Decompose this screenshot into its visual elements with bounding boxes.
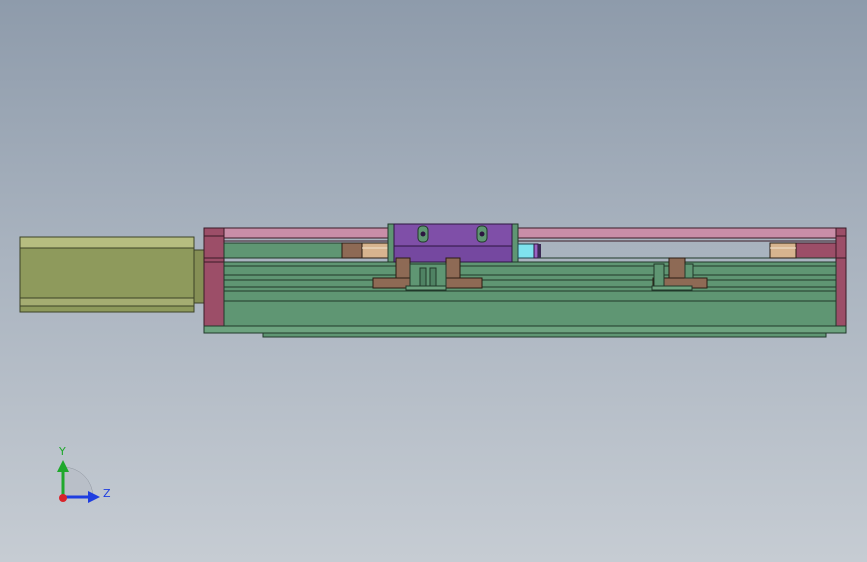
carriage-bolt-left: [417, 225, 429, 243]
linear-body[interactable]: [203, 261, 847, 338]
top-guide-rail[interactable]: [223, 227, 837, 242]
right-end-plate[interactable]: [835, 227, 847, 334]
cad-viewport[interactable]: Y Z: [0, 0, 867, 562]
y-axis-label: Y: [58, 445, 66, 458]
cad-model-view[interactable]: Y Z: [0, 0, 867, 562]
sensor-block: [517, 243, 541, 259]
left-end-plate[interactable]: [203, 227, 225, 334]
z-axis-label: Z: [103, 487, 111, 500]
x-axis-dot: [59, 494, 67, 502]
carriage-block[interactable]: [387, 223, 519, 263]
bearing-sleeve-right: [769, 242, 797, 259]
motor[interactable]: [19, 236, 205, 313]
bearing-sleeve-left: [341, 242, 389, 259]
coordinate-triad[interactable]: Y Z: [57, 445, 111, 503]
carriage-bolt-right: [476, 225, 488, 243]
